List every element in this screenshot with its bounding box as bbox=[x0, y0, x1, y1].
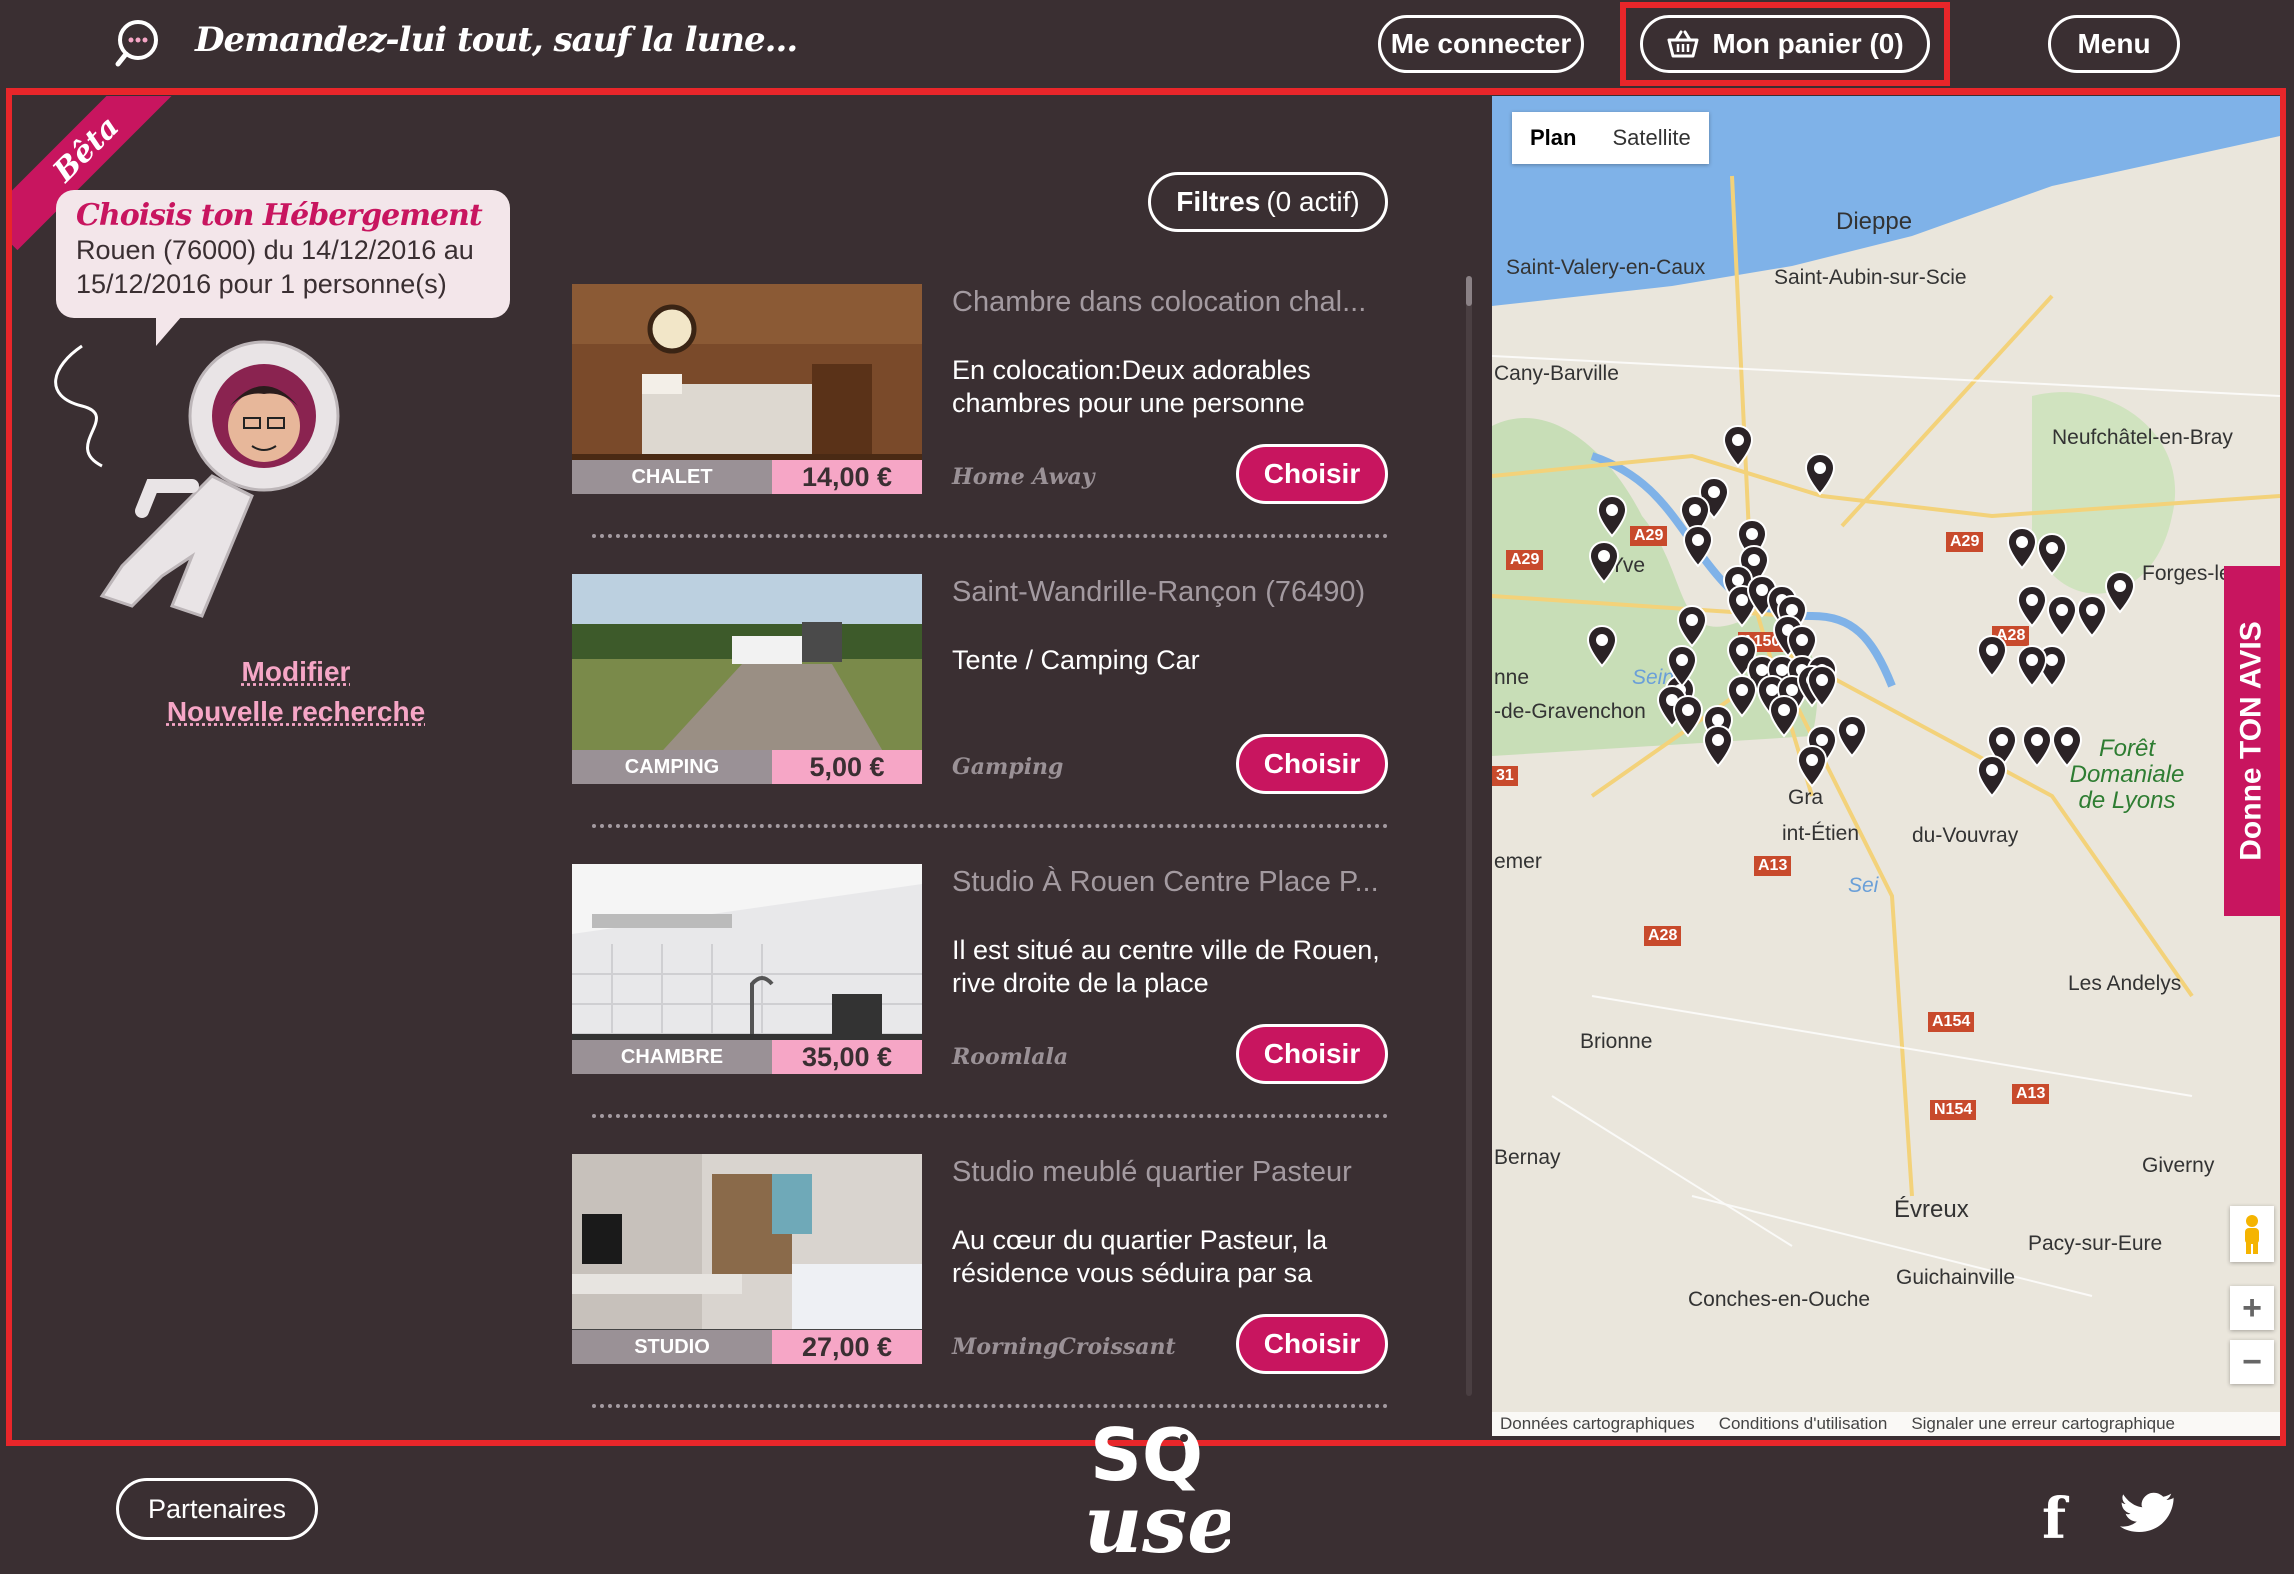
top-header: Demandez-lui tout, sauf la lune... Me co… bbox=[0, 0, 2294, 88]
cart-button[interactable]: Mon panier (0) bbox=[1640, 15, 1930, 73]
menu-button[interactable]: Menu bbox=[2048, 15, 2180, 73]
logo-bottom-text: use bbox=[1084, 1477, 1230, 1560]
cart-label: Mon panier (0) bbox=[1712, 28, 1904, 59]
login-button[interactable]: Me connecter bbox=[1378, 15, 1584, 73]
content-highlight-frame bbox=[6, 88, 2286, 1446]
squse-logo[interactable]: SQ use bbox=[1070, 1410, 1230, 1560]
basket-icon bbox=[1667, 30, 1699, 58]
facebook-icon[interactable]: f bbox=[2042, 1486, 2066, 1552]
partners-button[interactable]: Partenaires bbox=[116, 1478, 318, 1540]
site-tagline: Demandez-lui tout, sauf la lune... bbox=[195, 20, 798, 60]
twitter-icon[interactable] bbox=[2118, 1488, 2174, 1538]
search-chat-icon[interactable] bbox=[112, 18, 168, 68]
